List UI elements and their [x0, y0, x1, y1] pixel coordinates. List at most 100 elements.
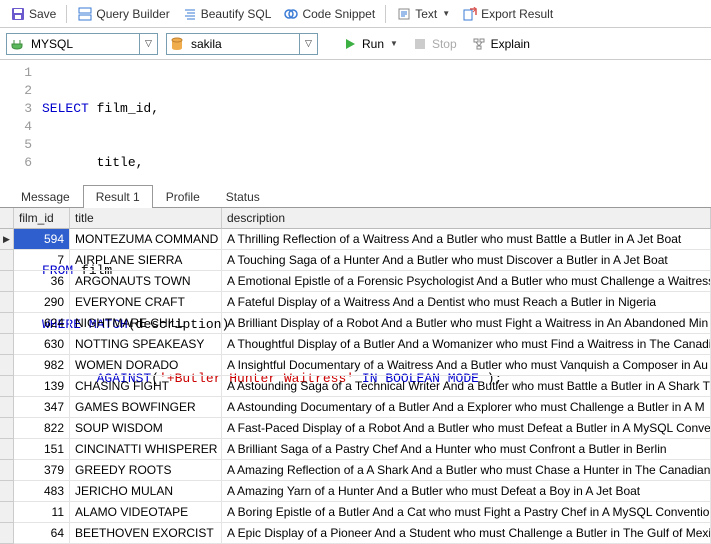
cell-description[interactable]: A Brilliant Display of a Robot And a But…	[222, 313, 711, 334]
row-handle[interactable]	[0, 313, 14, 334]
cell-description[interactable]: A Thoughtful Display of a Butler And a W…	[222, 334, 711, 355]
cell-film-id[interactable]: 347	[14, 397, 70, 418]
cell-description[interactable]: A Boring Epistle of a Butler And a Cat w…	[222, 502, 711, 523]
cell-title[interactable]: ARGONAUTS TOWN	[70, 271, 222, 292]
row-handle[interactable]	[0, 397, 14, 418]
play-icon	[342, 36, 358, 52]
explain-icon	[471, 36, 487, 52]
run-button[interactable]: Run ▼	[338, 34, 402, 54]
cell-film-id[interactable]: 36	[14, 271, 70, 292]
row-handle[interactable]	[0, 481, 14, 502]
cell-film-id[interactable]: 483	[14, 481, 70, 502]
cell-description[interactable]: A Amazing Reflection of a A Shark And a …	[222, 460, 711, 481]
row-handle[interactable]	[0, 355, 14, 376]
schema-selector[interactable]: sakila ▽	[166, 33, 318, 55]
beautify-icon	[182, 6, 198, 22]
cell-description[interactable]: A Insightful Documentary of a Waitress A…	[222, 355, 711, 376]
cell-title[interactable]: CINCINATTI WHISPERER	[70, 439, 222, 460]
result-grid[interactable]: film_id title description 594MONTEZUMA C…	[0, 208, 711, 544]
cell-film-id[interactable]: 630	[14, 334, 70, 355]
query-builder-icon	[77, 6, 93, 22]
run-label: Run	[362, 37, 384, 51]
explain-label: Explain	[491, 37, 530, 51]
cell-title[interactable]: JERICHO MULAN	[70, 481, 222, 502]
cell-film-id[interactable]: 11	[14, 502, 70, 523]
cell-film-id[interactable]: 379	[14, 460, 70, 481]
separator	[66, 5, 67, 23]
row-handle[interactable]	[0, 334, 14, 355]
cell-title[interactable]: WOMEN DORADO	[70, 355, 222, 376]
export-icon	[462, 6, 478, 22]
query-builder-button[interactable]: Query Builder	[71, 4, 175, 24]
cell-title[interactable]: MONTEZUMA COMMAND	[70, 229, 222, 250]
row-handle[interactable]	[0, 250, 14, 271]
cell-description[interactable]: A Fast-Paced Display of a Robot And a Bu…	[222, 418, 711, 439]
cell-film-id[interactable]: 594	[14, 229, 70, 250]
row-handle[interactable]	[0, 229, 14, 250]
beautify-button[interactable]: Beautify SQL	[176, 4, 278, 24]
text-icon	[396, 6, 412, 22]
sql-editor[interactable]: 123456 SELECT film_id, title, descriptio…	[0, 60, 711, 180]
grid-corner[interactable]	[0, 208, 14, 229]
cell-description[interactable]: A Epic Display of a Pioneer And a Studen…	[222, 523, 711, 544]
save-button[interactable]: Save	[4, 4, 62, 24]
cell-title[interactable]: NIGHTMARE CHILL	[70, 313, 222, 334]
cell-description[interactable]: A Touching Saga of a Hunter And a Butler…	[222, 250, 711, 271]
cell-film-id[interactable]: 624	[14, 313, 70, 334]
cell-film-id[interactable]: 151	[14, 439, 70, 460]
cell-title[interactable]: EVERYONE CRAFT	[70, 292, 222, 313]
cell-title[interactable]: SOUP WISDOM	[70, 418, 222, 439]
column-header-description[interactable]: description	[222, 208, 711, 229]
tab-message[interactable]: Message	[8, 185, 83, 208]
tab-result[interactable]: Result 1	[83, 185, 153, 208]
row-handle[interactable]	[0, 418, 14, 439]
column-header-title[interactable]: title	[70, 208, 222, 229]
text-label: Text	[415, 7, 437, 21]
cell-description[interactable]: A Thrilling Reflection of a Waitress And…	[222, 229, 711, 250]
row-handle[interactable]	[0, 502, 14, 523]
row-handle[interactable]	[0, 523, 14, 544]
row-handle[interactable]	[0, 439, 14, 460]
row-handle[interactable]	[0, 292, 14, 313]
stop-button: Stop	[408, 34, 461, 54]
main-toolbar: Save Query Builder Beautify SQL Code Sni…	[0, 0, 711, 28]
tab-status[interactable]: Status	[213, 185, 273, 208]
cell-description[interactable]: A Fateful Display of a Waitress And a De…	[222, 292, 711, 313]
db-type-value: MYSQL	[27, 37, 139, 51]
stop-icon	[412, 36, 428, 52]
cell-film-id[interactable]: 822	[14, 418, 70, 439]
column-header-film-id[interactable]: film_id	[14, 208, 70, 229]
row-handle[interactable]	[0, 376, 14, 397]
cell-title[interactable]: GAMES BOWFINGER	[70, 397, 222, 418]
db-type-selector[interactable]: MYSQL ▽	[6, 33, 158, 55]
cell-description[interactable]: A Amazing Yarn of a Hunter And a Butler …	[222, 481, 711, 502]
connection-bar: MYSQL ▽ sakila ▽ Run ▼ Stop Explain	[0, 28, 711, 60]
cell-title[interactable]: AIRPLANE SIERRA	[70, 250, 222, 271]
sql-code[interactable]: SELECT film_id, title, description FROM …	[42, 64, 711, 176]
cell-film-id[interactable]: 290	[14, 292, 70, 313]
cell-title[interactable]: CHASING FIGHT	[70, 376, 222, 397]
cell-title[interactable]: NOTTING SPEAKEASY	[70, 334, 222, 355]
cell-title[interactable]: BEETHOVEN EXORCIST	[70, 523, 222, 544]
cell-description[interactable]: A Astounding Saga of a Technical Writer …	[222, 376, 711, 397]
row-handle[interactable]	[0, 271, 14, 292]
chevron-down-icon: ▼	[442, 9, 450, 18]
explain-button[interactable]: Explain	[467, 34, 534, 54]
tab-profile[interactable]: Profile	[153, 185, 213, 208]
cell-title[interactable]: GREEDY ROOTS	[70, 460, 222, 481]
code-snippet-label: Code Snippet	[302, 7, 375, 21]
cell-film-id[interactable]: 982	[14, 355, 70, 376]
export-button[interactable]: Export Result	[456, 4, 559, 24]
cell-description[interactable]: A Emotional Epistle of a Forensic Psycho…	[222, 271, 711, 292]
code-snippet-button[interactable]: Code Snippet	[277, 4, 381, 24]
cell-title[interactable]: ALAMO VIDEOTAPE	[70, 502, 222, 523]
cell-description[interactable]: A Brilliant Saga of a Pastry Chef And a …	[222, 439, 711, 460]
text-button[interactable]: Text ▼	[390, 4, 456, 24]
cell-film-id[interactable]: 139	[14, 376, 70, 397]
cell-description[interactable]: A Astounding Documentary of a Butler And…	[222, 397, 711, 418]
chevron-down-icon: ▽	[139, 34, 157, 54]
row-handle[interactable]	[0, 460, 14, 481]
cell-film-id[interactable]: 64	[14, 523, 70, 544]
export-label: Export Result	[481, 7, 553, 21]
cell-film-id[interactable]: 7	[14, 250, 70, 271]
